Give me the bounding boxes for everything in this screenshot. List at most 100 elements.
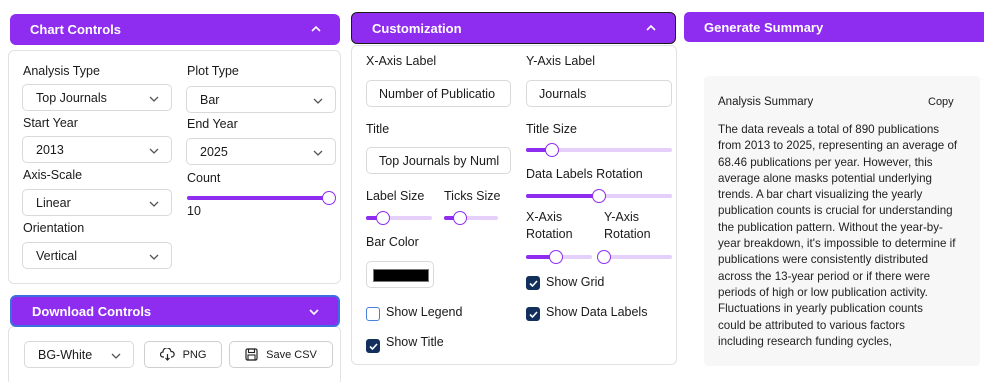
bg-color-select[interactable]: BG-White [24, 341, 134, 368]
summary-line: across the 13-year period or if there we… [718, 269, 931, 283]
summary-line: average alone masks potential underlying [718, 171, 932, 185]
summary-line: 68.46 publications per year. However, th… [718, 155, 933, 169]
data-labels-rotation-label: Data Labels Rotation [526, 167, 643, 181]
cloud-download-icon [159, 348, 175, 361]
title-size-slider[interactable] [526, 143, 672, 157]
summary-line: periods of high or low publication activ… [718, 285, 928, 299]
summary-line: Fluctuations in yearly publication count… [718, 302, 923, 316]
chevron-down-icon [313, 150, 323, 156]
generate-summary-label: Generate Summary [704, 19, 824, 35]
plot-type-select[interactable]: Bar [186, 86, 336, 113]
x-axis-rotation-label-1: X-Axis [526, 210, 563, 224]
chevron-down-icon [313, 98, 323, 104]
summary-line: publications were consistently distribut… [718, 253, 929, 267]
x-axis-rotation-thumb[interactable] [548, 250, 563, 264]
end-year-select[interactable]: 2025 [186, 138, 336, 165]
end-year-value: 2025 [200, 144, 228, 159]
label-size-thumb[interactable] [375, 211, 390, 225]
chevron-down-icon [149, 96, 159, 102]
png-button-label: PNG [182, 348, 207, 361]
title-input[interactable]: Top Journals by Numl [366, 147, 511, 174]
show-title-label: Show Title [386, 335, 444, 349]
png-download-button[interactable]: PNG [144, 341, 222, 368]
summary-line: publication counts is crucial for unders… [718, 204, 953, 218]
show-title-checkbox[interactable] [366, 339, 380, 353]
chevron-down-icon [149, 201, 159, 207]
summary-line: could be attributed to various factors [718, 318, 905, 332]
ticks-size-thumb[interactable] [453, 211, 468, 225]
chevron-up-icon [311, 25, 321, 32]
copy-button[interactable]: Copy [928, 96, 954, 108]
title-size-thumb[interactable] [545, 143, 560, 157]
show-legend-checkbox[interactable] [366, 307, 380, 321]
summary-line: trends. A bar chart visualizing the year… [718, 188, 923, 202]
generate-summary-button[interactable]: Generate Summary [684, 12, 984, 42]
ticks-size-label: Ticks Size [444, 189, 501, 203]
analysis-type-label: Analysis Type [23, 64, 100, 78]
y-axis-rotation-thumb[interactable] [597, 250, 611, 264]
check-icon [369, 343, 378, 351]
count-label: Count [187, 171, 221, 185]
x-axis-rotation-slider[interactable] [526, 250, 592, 264]
summary-line: year breakdown, it's impossible to deter… [718, 237, 956, 251]
chevron-down-icon [309, 309, 319, 316]
y-axis-rotation-label-1: Y-Axis [604, 210, 639, 224]
start-year-label: Start Year [23, 116, 78, 130]
bg-color-value: BG-White [38, 347, 93, 362]
ticks-size-slider[interactable] [444, 211, 498, 225]
save-csv-button[interactable]: Save CSV [229, 341, 333, 368]
plot-type-value: Bar [200, 92, 220, 107]
start-year-select[interactable]: 2013 [22, 136, 172, 163]
count-slider[interactable] [187, 191, 336, 205]
chevron-up-icon [646, 24, 656, 31]
y-axis-rotation-slider[interactable] [597, 250, 672, 264]
analysis-type-value: Top Journals [36, 90, 107, 105]
x-axis-label-value: Number of Publicatio [379, 86, 496, 101]
orientation-select[interactable]: Vertical [22, 242, 172, 269]
download-controls-header[interactable]: Download Controls [10, 295, 340, 327]
show-data-labels-checkbox[interactable] [526, 307, 540, 321]
x-axis-label-label: X-Axis Label [366, 54, 437, 68]
customization-header[interactable]: Customization [351, 12, 676, 44]
show-data-labels-label: Show Data Labels [546, 305, 648, 319]
summary-heading: Analysis Summary [718, 96, 814, 108]
save-csv-label: Save CSV [266, 348, 317, 361]
summary-line: The data reveals a total of 890 publicat… [718, 123, 940, 136]
chart-controls-header[interactable]: Chart Controls [10, 14, 340, 45]
bar-color-picker[interactable] [366, 261, 434, 288]
chevron-down-icon [149, 254, 159, 260]
chevron-down-icon [149, 148, 159, 154]
orientation-label: Orientation [23, 221, 85, 235]
x-axis-rotation-label-2: Rotation [526, 227, 573, 241]
x-axis-label-input[interactable]: Number of Publicatio [366, 80, 511, 107]
y-axis-label-input[interactable]: Journals [526, 80, 672, 107]
show-grid-label: Show Grid [546, 275, 605, 289]
summary-line: the publication pattern. Without the yea… [718, 220, 943, 234]
axis-scale-select[interactable]: Linear [22, 189, 172, 216]
title-size-label: Title Size [526, 122, 577, 136]
y-axis-label-label: Y-Axis Label [526, 54, 596, 68]
data-labels-rotation-thumb[interactable] [592, 189, 606, 203]
show-legend-label: Show Legend [386, 305, 463, 319]
label-size-slider[interactable] [366, 211, 432, 225]
chevron-down-icon [111, 353, 121, 359]
axis-scale-label: Axis-Scale [23, 168, 83, 182]
show-grid-checkbox[interactable] [526, 276, 540, 290]
count-slider-thumb[interactable] [322, 191, 336, 205]
analysis-type-select[interactable]: Top Journals [22, 84, 172, 111]
summary-line: including research funding cycles, [718, 334, 893, 348]
bar-color-label: Bar Color [366, 235, 419, 249]
title-label: Title [366, 122, 390, 136]
check-icon [529, 280, 538, 288]
plot-type-label: Plot Type [187, 64, 239, 78]
customization-title: Customization [372, 20, 462, 36]
label-size-label: Label Size [366, 189, 425, 203]
title-value: Top Journals by Numl [379, 153, 500, 168]
start-year-value: 2013 [36, 142, 64, 157]
end-year-label: End Year [187, 117, 238, 131]
chart-controls-title: Chart Controls [30, 22, 121, 37]
data-labels-rotation-slider[interactable] [526, 189, 672, 203]
count-value: 10 [187, 204, 201, 218]
download-controls-title: Download Controls [32, 303, 152, 319]
summary-text: The data reveals a total of 890 publicat… [718, 122, 980, 350]
